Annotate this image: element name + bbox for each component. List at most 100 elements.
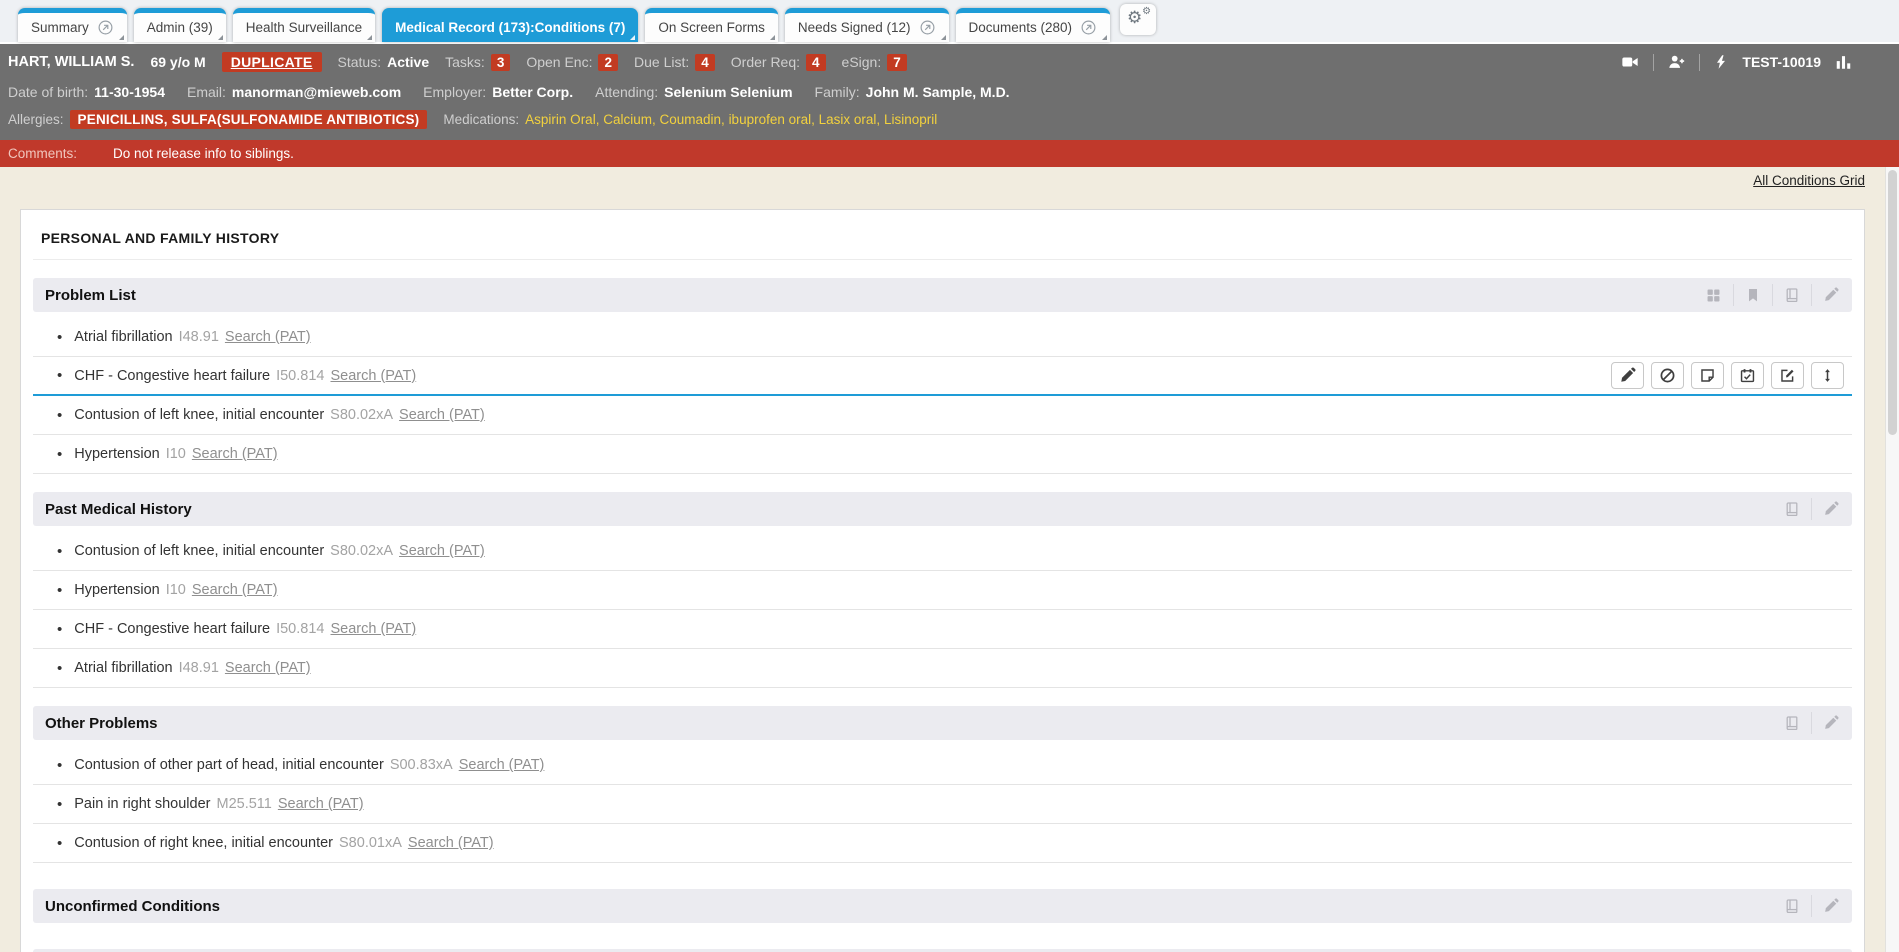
pencil-icon (1823, 898, 1839, 914)
condition-list: Contusion of left knee, initial encounte… (33, 532, 1852, 688)
ban-icon (1659, 367, 1676, 384)
condition-row[interactable]: Atrial fibrillation I48.91 Search (PAT) (33, 318, 1852, 357)
section-toolbar (1773, 498, 1850, 520)
tab-on-screen-forms[interactable]: On Screen Forms (645, 8, 778, 42)
condition-row[interactable]: CHF - Congestive heart failure I50.814 S… (33, 610, 1852, 649)
edit-section-button[interactable] (1811, 712, 1850, 734)
open-in-new-icon[interactable] (1080, 19, 1097, 36)
schedule-calendar-button[interactable] (1731, 362, 1764, 389)
panel-title: PERSONAL AND FAMILY HISTORY (33, 220, 1852, 260)
edit-condition-button[interactable] (1611, 362, 1644, 389)
add-note-button[interactable] (1691, 362, 1724, 389)
open-in-new-icon[interactable] (97, 19, 114, 36)
search-pat-link[interactable]: Search (PAT) (408, 835, 494, 851)
search-pat-link[interactable]: Search (PAT) (330, 621, 416, 637)
condition-row-hovered[interactable]: CHF - Congestive heart failure I50.814 S… (33, 357, 1852, 396)
open-in-new-icon[interactable] (919, 19, 936, 36)
video-camera-icon[interactable] (1620, 53, 1640, 71)
search-pat-link[interactable]: Search (PAT) (225, 660, 311, 676)
medication-link[interactable]: Lasix oral (819, 112, 884, 127)
search-pat-link[interactable]: Search (PAT) (399, 407, 485, 423)
tab-documents[interactable]: Documents (280) (956, 8, 1111, 42)
tab-admin[interactable]: Admin (39) (134, 8, 226, 42)
vertical-scrollbar[interactable] (1885, 167, 1899, 952)
note-icon (1699, 367, 1716, 384)
comments-bar: Comments: Do not release info to sibling… (0, 140, 1899, 167)
section-problem-list: Problem List (33, 278, 1852, 474)
search-pat-link[interactable]: Search (PAT) (459, 757, 545, 773)
esign-count-badge[interactable]: 7 (887, 54, 907, 71)
medication-link[interactable]: Calcium (603, 112, 659, 127)
condition-row[interactable]: Contusion of right knee, initial encount… (33, 824, 1852, 863)
search-pat-link[interactable]: Search (PAT) (192, 582, 278, 598)
tab-needs-signed[interactable]: Needs Signed (12) (785, 8, 949, 42)
settings-gears-button[interactable] (1120, 4, 1156, 35)
pencil-icon (1823, 501, 1839, 517)
condition-row[interactable]: Hypertension I10 Search (PAT) (33, 571, 1852, 610)
all-conditions-grid-link[interactable]: All Conditions Grid (1753, 173, 1865, 188)
condition-row[interactable]: Contusion of other part of head, initial… (33, 746, 1852, 785)
order-req-field: Order Req: 4 (731, 54, 826, 71)
tab-label: On Screen Forms (658, 20, 765, 35)
bar-chart-icon[interactable] (1834, 53, 1853, 71)
condition-row[interactable]: Contusion of left knee, initial encounte… (33, 532, 1852, 571)
divider (1653, 54, 1654, 71)
employer-field: Employer: Better Corp. (423, 84, 573, 100)
patient-status-row: HART, WILLIAM S. 69 y/o M DUPLICATE Stat… (0, 49, 1899, 75)
allergies-field: Allergies: PENICILLINS, SULFA(SULFONAMID… (8, 110, 427, 129)
calendar-check-icon (1739, 367, 1756, 384)
open-enc-count-badge[interactable]: 2 (598, 54, 618, 71)
allergies-medications-row: Allergies: PENICILLINS, SULFA(SULFONAMID… (0, 107, 1899, 131)
condition-row[interactable]: Contusion of left knee, initial encounte… (33, 396, 1852, 435)
history-book-button[interactable] (1773, 498, 1811, 520)
order-req-count-badge[interactable]: 4 (806, 54, 826, 71)
tasks-count-badge[interactable]: 3 (491, 54, 511, 71)
patient-header-tools: TEST-10019 (1620, 53, 1891, 71)
section-past-medical-history: Past Medical History Contusion of left k… (33, 492, 1852, 688)
allergy-badge[interactable]: PENICILLINS, SULFA(SULFONAMIDE ANTIBIOTI… (70, 110, 428, 129)
section-header: Unconfirmed Conditions (33, 889, 1852, 923)
scrollbar-thumb[interactable] (1888, 170, 1897, 435)
duplicate-badge[interactable]: DUPLICATE (222, 52, 322, 72)
due-list-count-badge[interactable]: 4 (695, 54, 715, 71)
pencil-icon (1823, 715, 1839, 731)
section-unconfirmed-conditions: Unconfirmed Conditions (33, 889, 1852, 923)
history-book-button[interactable] (1773, 895, 1811, 917)
reorder-condition-button[interactable] (1811, 362, 1844, 389)
tab-medical-record-conditions[interactable]: Medical Record (173):Conditions (7) (382, 8, 638, 42)
condition-row[interactable]: Hypertension I10 Search (PAT) (33, 435, 1852, 474)
search-pat-link[interactable]: Search (PAT) (225, 329, 311, 345)
edit-section-button[interactable] (1811, 895, 1850, 917)
annotate-condition-button[interactable] (1771, 362, 1804, 389)
bookmark-button[interactable] (1733, 284, 1772, 306)
tab-summary[interactable]: Summary (18, 8, 127, 42)
medication-link[interactable]: ibuprofen oral (729, 112, 819, 127)
edit-section-button[interactable] (1811, 498, 1850, 520)
search-pat-link[interactable]: Search (PAT) (399, 543, 485, 559)
bookmark-icon (1745, 287, 1761, 303)
tab-health-surveillance[interactable]: Health Surveillance (233, 8, 375, 42)
medication-link[interactable]: Aspirin Oral (525, 112, 603, 127)
search-pat-link[interactable]: Search (PAT) (330, 368, 416, 384)
medication-link[interactable]: Coumadin (660, 112, 729, 127)
lightning-bolt-icon[interactable] (1713, 53, 1729, 71)
search-pat-link[interactable]: Search (PAT) (278, 796, 364, 812)
inactivate-condition-button[interactable] (1651, 362, 1684, 389)
pencil-icon (1619, 367, 1636, 384)
history-book-button[interactable] (1772, 284, 1811, 306)
resize-vertical-icon (1820, 367, 1835, 384)
grid-view-button[interactable] (1694, 284, 1733, 306)
edit-note-icon (1779, 367, 1796, 384)
condition-row[interactable]: Atrial fibrillation I48.91 Search (PAT) (33, 649, 1852, 688)
email-field: Email: manorman@mieweb.com (187, 84, 401, 100)
edit-section-button[interactable] (1811, 284, 1850, 306)
search-pat-link[interactable]: Search (PAT) (192, 446, 278, 462)
patient-name: HART, WILLIAM S. (8, 54, 134, 70)
person-plus-icon[interactable] (1667, 53, 1686, 71)
medication-link[interactable]: Lisinopril (884, 112, 937, 127)
history-book-button[interactable] (1773, 712, 1811, 734)
personal-family-history-panel: PERSONAL AND FAMILY HISTORY Problem List (20, 209, 1865, 952)
section-other-problems: Other Problems Contusion of other part o… (33, 706, 1852, 863)
family-doctor-field: Family: John M. Sample, M.D. (815, 84, 1010, 100)
condition-row[interactable]: Pain in right shoulder M25.511 Search (P… (33, 785, 1852, 824)
